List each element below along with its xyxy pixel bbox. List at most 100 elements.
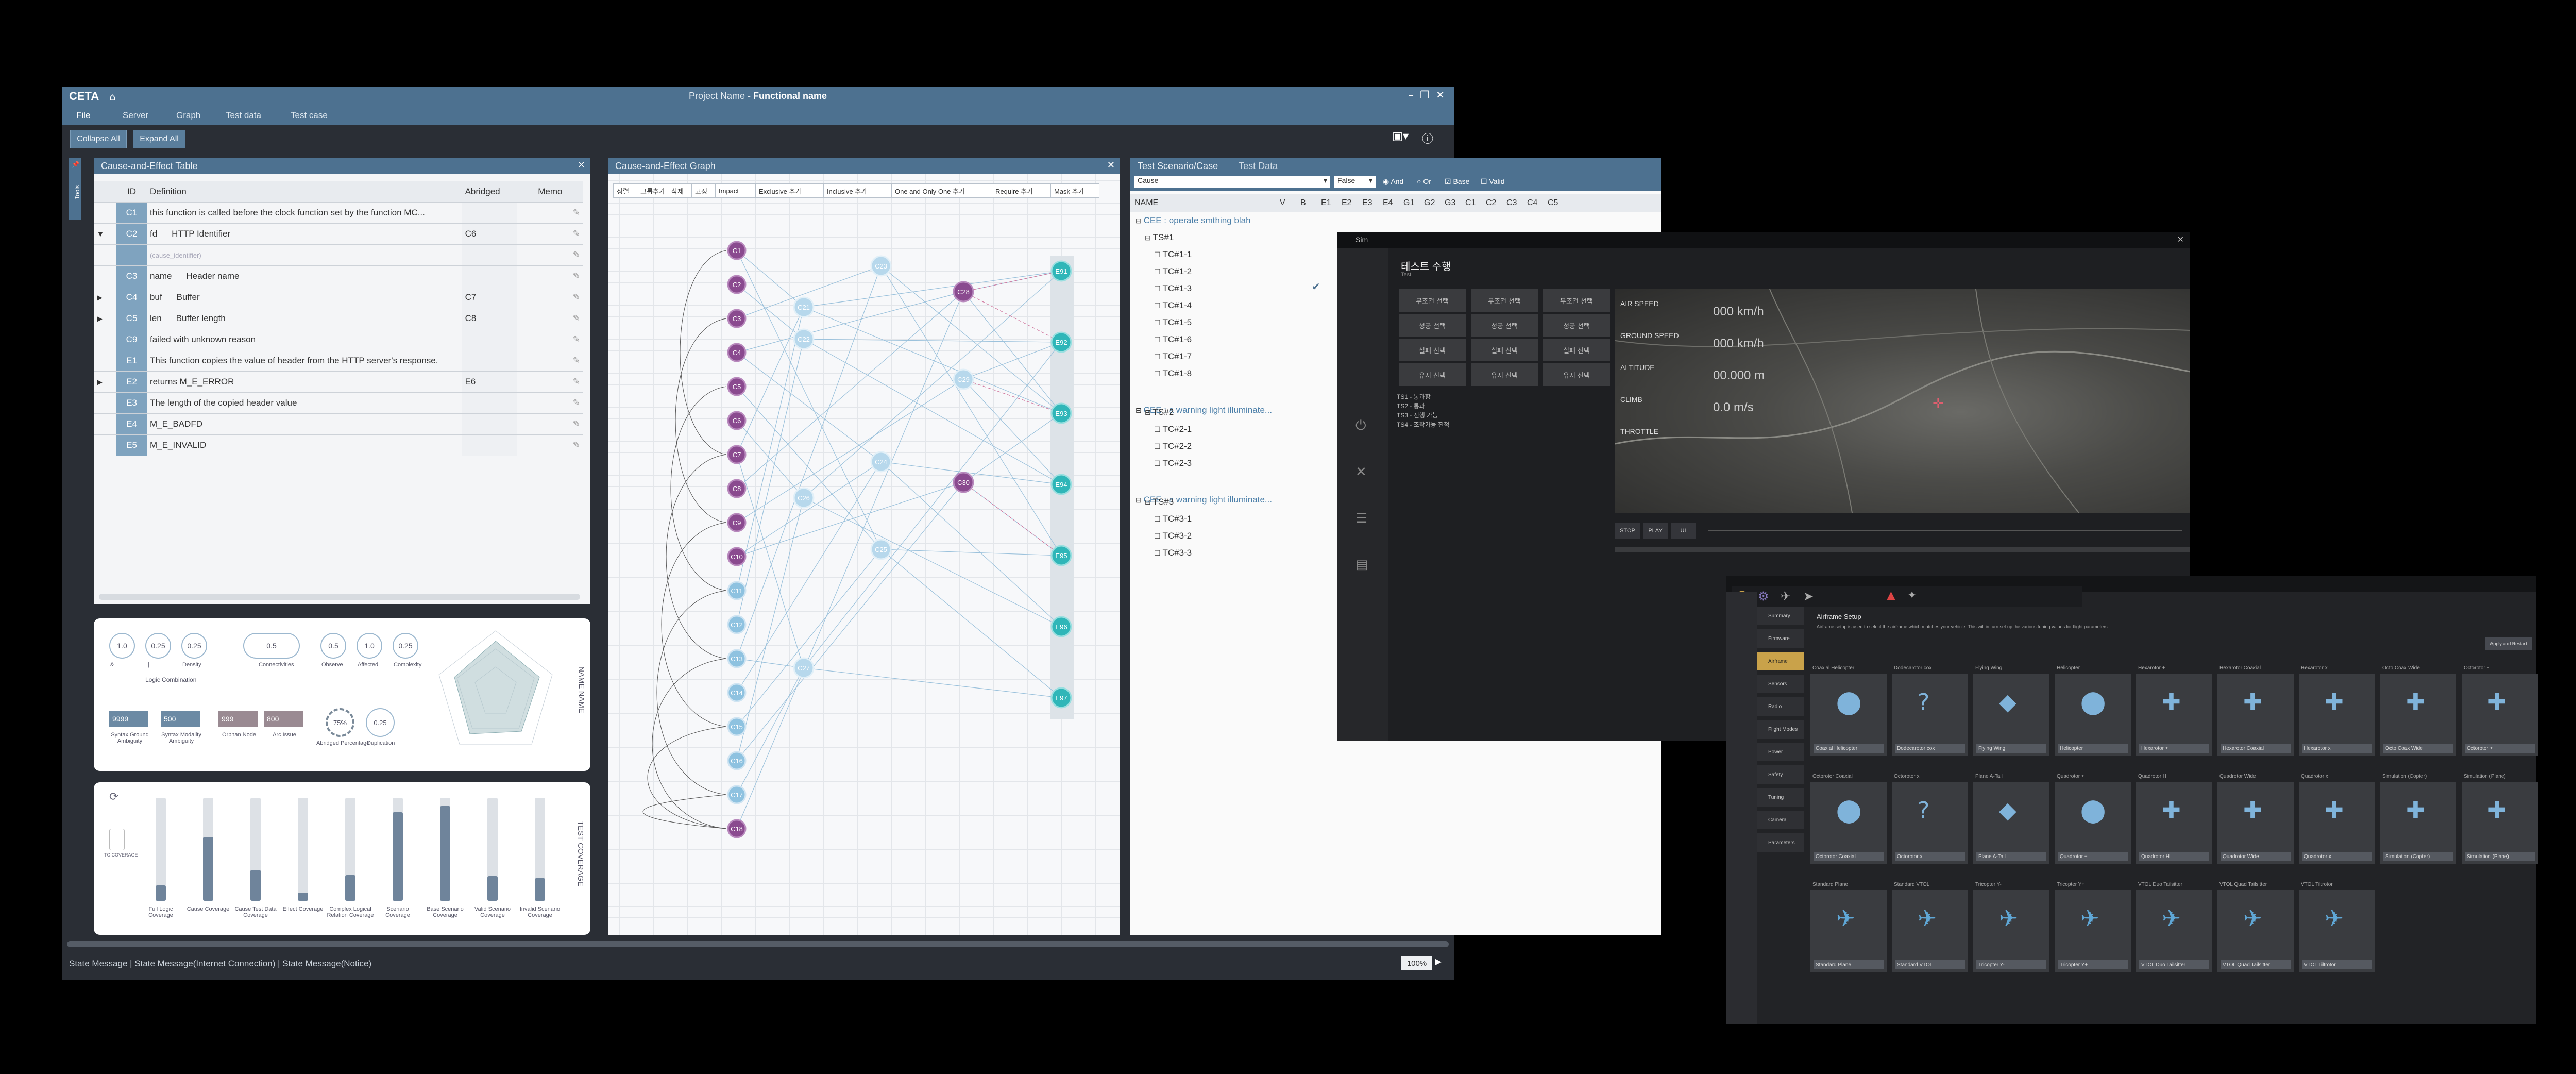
airframe-tile[interactable]: Coaxial Helicopter ⬤ Coaxial Helicopter — [1810, 665, 1887, 756]
graph-node[interactable]: C4 — [727, 343, 747, 362]
collapse-icon[interactable]: ⊟ — [1145, 498, 1153, 506]
expand-toggle[interactable] — [94, 265, 117, 287]
airframe-menu-item[interactable]: Sensors — [1757, 675, 1804, 693]
checkbox-valid[interactable]: ☐ Valid — [1481, 177, 1505, 186]
checkbox-icon[interactable]: ☐ — [1154, 515, 1162, 523]
collapse-icon[interactable]: ⊟ — [1145, 233, 1153, 242]
expand-toggle[interactable]: ▶ — [94, 371, 117, 393]
graph-tool-button[interactable]: Mask 추가 — [1050, 183, 1099, 198]
row-definition[interactable]: (cause_identifier) — [146, 244, 462, 266]
row-memo[interactable]: ✎ — [517, 350, 583, 372]
graph-node[interactable]: C5 — [727, 377, 747, 396]
scenario-ts[interactable]: ⊟ TS#3 — [1145, 497, 1174, 507]
graph-tool-button[interactable]: 그룹추가 — [637, 183, 672, 198]
graph-edge[interactable] — [803, 307, 1062, 414]
sim-select-button[interactable]: 무조건 선택 — [1399, 289, 1466, 312]
airframe-menu-item[interactable]: Camera — [1757, 811, 1804, 829]
tab-test-scenario[interactable]: Test Scenario/Case — [1138, 161, 1218, 172]
graph-node[interactable]: C24 — [870, 451, 892, 473]
minimize-icon[interactable]: – — [1409, 89, 1414, 101]
scenario-ts[interactable]: ⊟ TS#1 — [1145, 232, 1174, 243]
table-row[interactable]: E5 M_E_INVALID ✎ — [94, 434, 583, 456]
airframe-select[interactable]: Dodecarotor cox — [1895, 744, 1965, 753]
row-definition[interactable]: returns M_E_ERROR — [146, 371, 462, 393]
plug-icon[interactable]: ⏻ — [1355, 418, 1366, 434]
graph-edge[interactable] — [803, 339, 1062, 343]
checkbox-icon[interactable]: ☐ — [1154, 318, 1162, 327]
graph-edge[interactable] — [963, 291, 1062, 343]
sim-control-button[interactable]: PLAY — [1643, 523, 1668, 539]
table-row[interactable]: E4 M_E_BADFD ✎ — [94, 413, 583, 435]
constraint-arc[interactable] — [666, 454, 727, 659]
constraint-arc[interactable] — [680, 250, 727, 455]
airframe-select[interactable]: Plane A-Tail — [1976, 852, 2046, 861]
close-panel-icon[interactable]: ✕ — [578, 160, 585, 171]
tools-side-tab[interactable]: 📌 Tools — [69, 158, 81, 220]
menu-test-case[interactable]: Test case — [291, 110, 328, 121]
scenario-column[interactable]: G1 — [1403, 198, 1414, 208]
graph-node[interactable]: E95 — [1050, 545, 1072, 566]
row-definition[interactable]: this function is called before the clock… — [146, 202, 462, 224]
graph-node[interactable]: C28 — [953, 281, 974, 303]
row-definition[interactable]: M_E_INVALID — [146, 434, 462, 456]
scenario-column[interactable]: G3 — [1445, 198, 1455, 208]
checkbox-icon[interactable]: ☐ — [1154, 549, 1162, 557]
graph-node[interactable]: E96 — [1050, 616, 1072, 637]
checkbox-icon[interactable]: ☐ — [1154, 442, 1162, 450]
graph-edge[interactable] — [803, 342, 1062, 668]
graph-edge[interactable] — [736, 497, 804, 761]
table-row[interactable]: ▶ C4 buf Buffer C7 ✎ — [94, 287, 583, 308]
airframe-select[interactable]: Simulation (Plane) — [2465, 852, 2535, 861]
sim-select-button[interactable]: 실패 선택 — [1399, 339, 1466, 361]
airframe-select[interactable]: Tricopter Y+ — [2058, 960, 2128, 969]
graph-node[interactable]: C18 — [727, 819, 747, 838]
scenario-tc[interactable]: ☐ TC#1-6 — [1154, 334, 1192, 345]
expand-toggle[interactable]: ▶ — [94, 308, 117, 329]
scenario-tc[interactable]: ☐ TC#1-4 — [1154, 300, 1192, 311]
graph-edge[interactable] — [803, 667, 1062, 698]
signal-icon[interactable]: ✦ — [1907, 589, 1917, 602]
airframe-select[interactable]: Coaxial Helicopter — [1814, 744, 1884, 753]
tab-test-data[interactable]: Test Data — [1239, 161, 1278, 172]
checkbox-icon[interactable]: ☐ — [1154, 425, 1162, 433]
graph-tool-button[interactable]: Exclusive 추가 — [755, 183, 827, 198]
airframe-tile[interactable]: VTOL Duo Tailsitter ✈ VTOL Duo Tailsitter — [2136, 882, 2212, 972]
airframe-select[interactable]: Tricopter Y- — [1976, 960, 2046, 969]
graph-node[interactable]: C11 — [727, 581, 747, 600]
edit-icon[interactable]: ✎ — [573, 250, 580, 260]
collapse-icon[interactable]: ⊟ — [1145, 408, 1153, 416]
graph-node[interactable]: C17 — [727, 785, 747, 804]
row-memo[interactable]: ✎ — [517, 223, 583, 245]
graph-node[interactable]: C22 — [793, 328, 815, 350]
airframe-select[interactable]: Octorotor x — [1895, 852, 1965, 861]
graph-node[interactable]: E92 — [1050, 331, 1072, 353]
checkbox-icon[interactable]: ☐ — [1154, 250, 1162, 259]
airframe-tile[interactable]: Helicopter ⬤ Helicopter — [2055, 665, 2131, 756]
airframe-select[interactable]: Hexarotor x — [2302, 744, 2372, 753]
constraint-arc[interactable] — [642, 794, 727, 829]
checkbox-icon[interactable]: ☐ — [1154, 353, 1162, 361]
scenario-tc[interactable]: ☐ TC#1-3 — [1154, 283, 1192, 294]
row-memo[interactable]: ✎ — [517, 392, 583, 414]
airframe-tile[interactable]: Quadrotor + ⬤ Quadrotor + — [2055, 774, 2131, 864]
sim-select-button[interactable]: 성공 선택 — [1543, 314, 1610, 337]
expand-toggle[interactable] — [94, 329, 117, 350]
airframe-select[interactable]: Quadrotor H — [2139, 852, 2209, 861]
collapse-all-button[interactable]: Collapse All — [70, 130, 127, 148]
radio-and[interactable]: ◉ And — [1383, 177, 1403, 186]
sim-select-button[interactable]: 무조건 선택 — [1543, 289, 1610, 312]
edit-icon[interactable]: ✎ — [573, 398, 580, 408]
help-icon[interactable]: ⓘ — [1422, 130, 1433, 146]
radio-or[interactable]: ○ Or — [1417, 177, 1431, 186]
airframe-select[interactable]: Octorotor + — [2465, 744, 2535, 753]
graph-edge[interactable] — [736, 482, 964, 761]
row-memo[interactable]: ✎ — [517, 308, 583, 329]
airframe-menu-item[interactable]: Parameters — [1757, 833, 1804, 852]
sim-select-button[interactable]: 실패 선택 — [1471, 339, 1538, 361]
scenario-tc[interactable]: ☐ TC#3-3 — [1154, 548, 1192, 558]
table-row[interactable]: ▶ E2 returns M_E_ERROR E6 ✎ — [94, 371, 583, 393]
airframe-tile[interactable]: Hexarotor Coaxial ✚ Hexarotor Coaxial — [2217, 665, 2294, 756]
airframe-tile[interactable]: Octorotor Coaxial ⬤ Octorotor Coaxial — [1810, 774, 1887, 864]
row-definition[interactable]: len Buffer length — [146, 308, 462, 329]
checkbox-icon[interactable]: ☐ — [1154, 301, 1162, 310]
